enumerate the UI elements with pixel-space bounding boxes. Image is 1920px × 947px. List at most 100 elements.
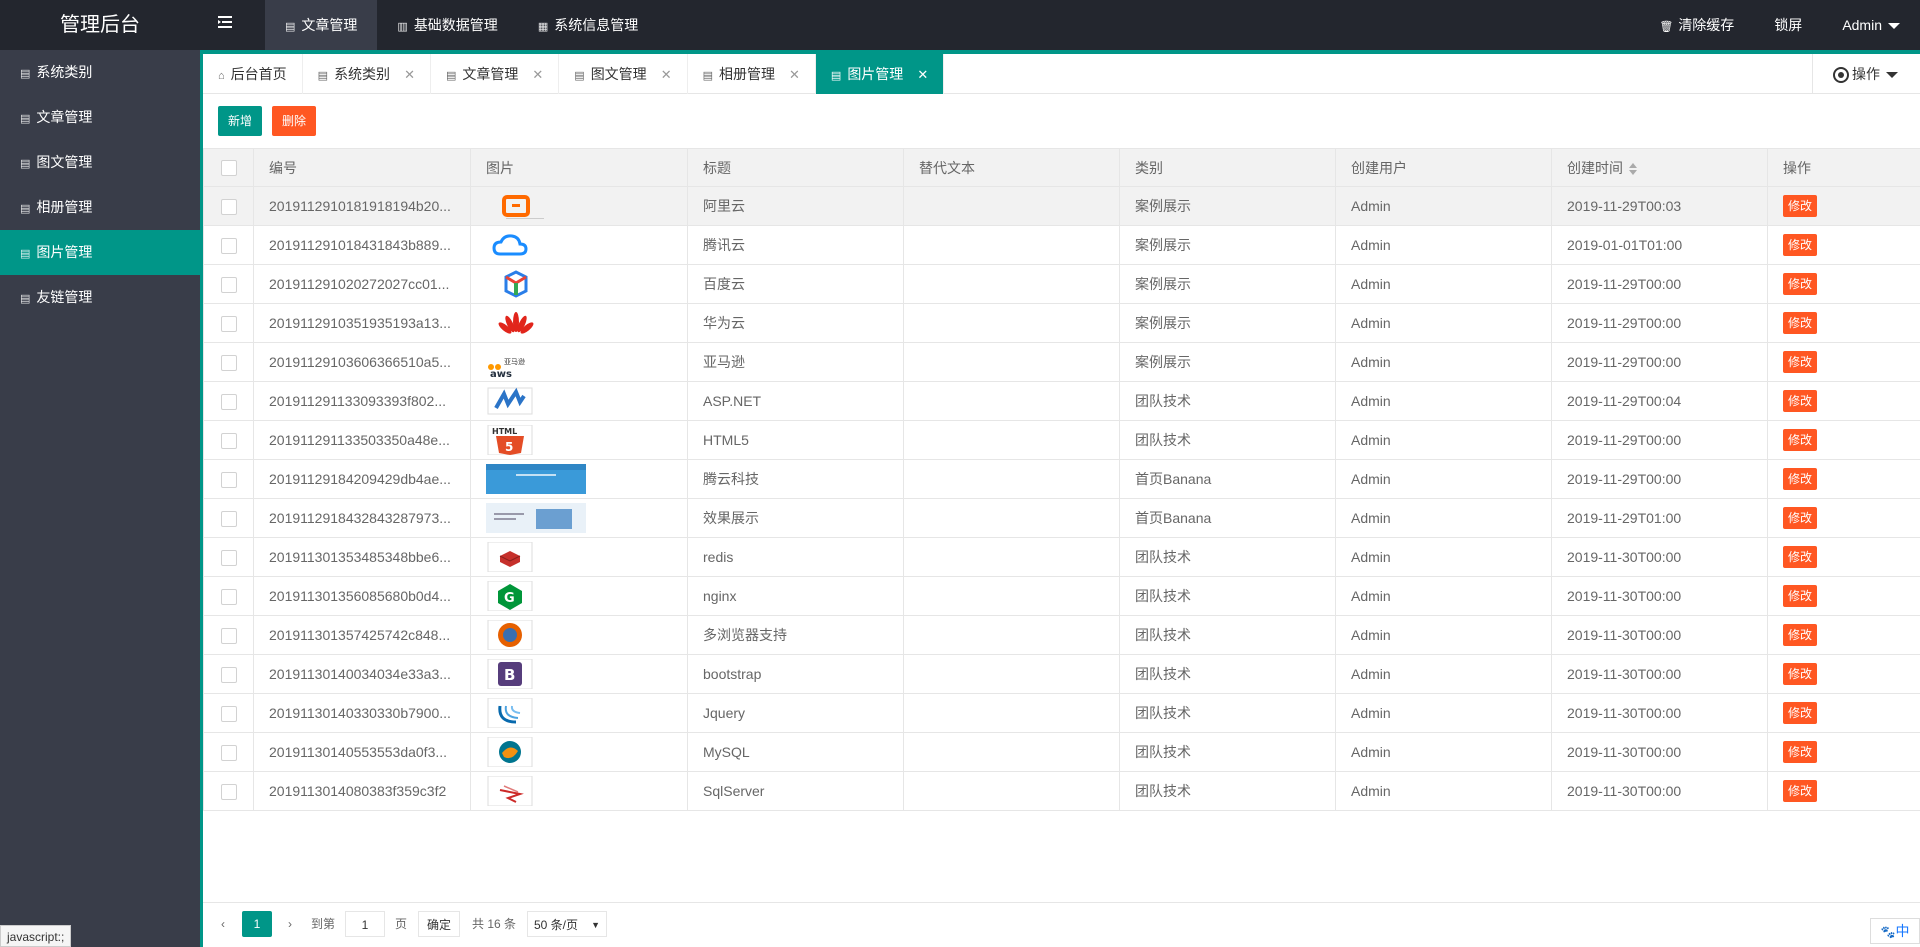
image-thumbnail[interactable]: B [486, 659, 534, 689]
cell-image[interactable]: 亚马逊 aws [470, 342, 688, 382]
close-icon[interactable]: ✕ [917, 67, 928, 82]
cell-image[interactable] [470, 732, 688, 772]
row-checkbox[interactable] [203, 576, 254, 616]
sort-icon[interactable] [1629, 162, 1637, 175]
row-checkbox[interactable] [203, 732, 254, 772]
tab-album[interactable]: ▤ 相册管理 ✕ [688, 54, 816, 94]
image-thumbnail[interactable] [486, 542, 534, 572]
page-size-select[interactable]: 50 条/页 ▼ [527, 911, 607, 937]
cell-image[interactable] [470, 225, 688, 265]
sidebar-item-article[interactable]: ▤ 文章管理 [0, 95, 200, 140]
top-nav-article[interactable]: ▤ 文章管理 [265, 0, 378, 50]
page-confirm-button[interactable]: 确定 [418, 911, 461, 937]
row-checkbox[interactable] [203, 225, 254, 265]
edit-button[interactable]: 修改 [1783, 507, 1818, 529]
cell-image[interactable] [470, 459, 688, 499]
table-row[interactable]: 20191130140553553da0f3... MySQL 团队技术 Admin 2… [203, 732, 1920, 772]
sidebar-item-album[interactable]: ▤ 相册管理 [0, 185, 200, 230]
row-checkbox[interactable] [203, 459, 254, 499]
sidebar-item-system-category[interactable]: ▤ 系统类别 [0, 50, 200, 95]
table-row[interactable]: 2019112918432843287973... 效果展示 首页Banana Adm… [203, 498, 1920, 538]
table-row[interactable]: 20191130140034034e33a3... Bbootstrap 团队技术 A… [203, 654, 1920, 694]
page-jump-input[interactable]: 1 [345, 911, 385, 937]
cell-image[interactable]: B [470, 654, 688, 694]
row-checkbox[interactable] [203, 303, 254, 343]
table-row[interactable]: 2019112910181918194b20... 阿里云 案例展示 Admin 201… [203, 186, 1920, 226]
sidebar-item-image-text[interactable]: ▤ 图文管理 [0, 140, 200, 185]
image-thumbnail[interactable] [486, 503, 586, 533]
top-nav-system-info[interactable]: ▦ 系统信息管理 [518, 0, 658, 50]
table-row[interactable]: 20191130140330330b7900... Jquery 团队技术 Admin… [203, 693, 1920, 733]
delete-button[interactable]: 删除 [272, 106, 317, 136]
edit-button[interactable]: 修改 [1783, 780, 1818, 802]
table-row[interactable]: 201911301353485348bbe6... redis 团队技术 Admin 2… [203, 537, 1920, 577]
tab-operations-dropdown[interactable]: 操作 [1812, 54, 1920, 94]
edit-button[interactable]: 修改 [1783, 429, 1818, 451]
edit-button[interactable]: 修改 [1783, 390, 1818, 412]
lock-screen-button[interactable]: 锁屏 [1754, 0, 1822, 50]
edit-button[interactable]: 修改 [1783, 312, 1818, 334]
edit-button[interactable]: 修改 [1783, 702, 1818, 724]
table-row[interactable]: 2019113014080383f359c3f2 SqlServer 团队技术 Adm… [203, 771, 1920, 811]
table-row[interactable]: 2019112910351935193a13... 华为云 案例展示 Admin 201… [203, 303, 1920, 343]
edit-button[interactable]: 修改 [1783, 351, 1818, 373]
table-row[interactable]: 201911291018431843b889... 腾讯云 案例展示 Admin 201… [203, 225, 1920, 265]
cell-image[interactable]: HTML 5 [470, 420, 688, 460]
tab-article[interactable]: ▤ 文章管理 ✕ [431, 54, 560, 94]
cell-image[interactable] [470, 381, 688, 421]
table-row[interactable]: 201911291020272027cc01... 百度云 案例展示 Admin 201… [203, 264, 1920, 304]
row-checkbox[interactable] [203, 771, 254, 811]
cell-image[interactable] [470, 303, 688, 343]
tab-image-text[interactable]: ▤ 图文管理 ✕ [559, 54, 688, 94]
image-thumbnail[interactable] [486, 620, 534, 650]
row-checkbox[interactable] [203, 186, 254, 226]
edit-button[interactable]: 修改 [1783, 585, 1818, 607]
edit-button[interactable]: 修改 [1783, 663, 1818, 685]
edit-button[interactable]: 修改 [1783, 468, 1818, 490]
edit-button[interactable]: 修改 [1783, 624, 1818, 646]
table-row[interactable]: 201911291133503350a48e... HTML 5 HTML5 团队技术 A… [203, 420, 1920, 460]
top-nav-basic-data[interactable]: ▥ 基础数据管理 [377, 0, 517, 50]
menu-toggle-icon[interactable] [214, 13, 236, 35]
cell-image[interactable] [470, 693, 688, 733]
cell-image[interactable] [470, 186, 688, 226]
edit-button[interactable]: 修改 [1783, 546, 1818, 568]
edit-button[interactable]: 修改 [1783, 234, 1818, 256]
close-icon[interactable]: ✕ [404, 67, 415, 82]
edit-button[interactable]: 修改 [1783, 741, 1818, 763]
image-thumbnail[interactable] [486, 464, 586, 494]
prev-page-icon[interactable]: ‹ [213, 911, 233, 937]
col-header-time[interactable]: 创建时间 [1551, 148, 1768, 187]
edit-button[interactable]: 修改 [1783, 273, 1818, 295]
close-icon[interactable]: ✕ [789, 67, 800, 82]
add-button[interactable]: 新增 [218, 106, 263, 136]
image-thumbnail[interactable]: HTML 5 [486, 425, 534, 455]
cell-image[interactable] [470, 264, 688, 304]
row-checkbox[interactable] [203, 264, 254, 304]
row-checkbox[interactable] [203, 420, 254, 460]
tab-home[interactable]: ⌂ 后台首页 [203, 54, 303, 94]
row-checkbox[interactable] [203, 654, 254, 694]
cell-image[interactable] [470, 771, 688, 811]
next-page-icon[interactable]: › [280, 911, 300, 937]
cell-image[interactable] [470, 615, 688, 655]
row-checkbox[interactable] [203, 381, 254, 421]
edit-button[interactable]: 修改 [1783, 195, 1818, 217]
close-icon[interactable]: ✕ [661, 67, 672, 82]
tab-system-category[interactable]: ▤ 系统类别 ✕ [303, 54, 431, 94]
image-thumbnail[interactable] [486, 737, 534, 767]
table-row[interactable]: 20191129184209429db4ae... 腾云科技 首页Banana Adm… [203, 459, 1920, 499]
row-checkbox[interactable] [203, 615, 254, 655]
ime-widget[interactable]: 🐾中 [1870, 918, 1920, 944]
table-row[interactable]: 201911291133093393f802... ASP.NET 团队技术 Admi… [203, 381, 1920, 421]
clear-cache-button[interactable]: 🗑 清除缓存 [1639, 0, 1754, 50]
image-thumbnail[interactable] [486, 386, 534, 416]
image-thumbnail[interactable] [486, 308, 546, 338]
cell-image[interactable]: G [470, 576, 688, 616]
image-thumbnail[interactable]: G [486, 581, 534, 611]
image-thumbnail[interactable] [486, 776, 534, 806]
row-checkbox[interactable] [203, 693, 254, 733]
row-checkbox[interactable] [203, 498, 254, 538]
cell-image[interactable] [470, 498, 688, 538]
table-row[interactable]: 20191129103606366510a5... 亚马逊 aws 亚马逊 案例展示 Ad… [203, 342, 1920, 382]
